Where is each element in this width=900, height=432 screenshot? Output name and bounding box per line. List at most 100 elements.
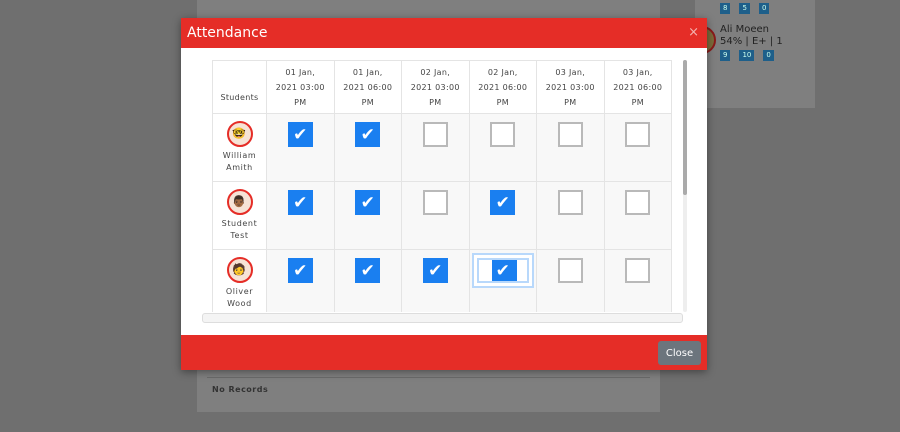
attendance-checkbox[interactable]: ✔	[355, 190, 381, 215]
student-first-name: Student	[221, 219, 258, 228]
date-column-header: 02 Jan, 2021 06:00 PM	[468, 60, 537, 114]
horizontal-scrollbar[interactable]	[202, 313, 683, 323]
header-line: 2021 06:00	[343, 82, 393, 92]
modal-title: Attendance	[187, 25, 268, 41]
attendance-cell: ✔	[468, 181, 537, 250]
attendance-modal: Attendance × Students 01 Jan, 2021 03:00 P…	[181, 18, 707, 370]
header-line: 03 Jan,	[622, 67, 653, 77]
header-line: PM	[429, 97, 442, 107]
attendance-checkbox[interactable]: ✔	[287, 258, 313, 283]
side-user-stats: 54% | E+ | 1	[720, 36, 783, 47]
attendance-checkbox[interactable]	[557, 258, 583, 283]
attendance-cell	[603, 249, 672, 312]
student-first-name: Oliver	[225, 287, 254, 296]
date-column-header: 03 Jan, 2021 03:00 PM	[536, 60, 605, 114]
attendance-cell: ✔	[266, 181, 335, 250]
badge: 0	[763, 50, 774, 61]
check-icon: ✔	[360, 260, 375, 281]
modal-body: Students 01 Jan, 2021 03:00 PM 01 Jan, 2021 …	[181, 48, 707, 335]
badge: 5	[739, 3, 750, 14]
student-avatar: 🤓	[226, 121, 253, 147]
header-line: 2021 03:00	[275, 82, 325, 92]
header-line: 2021 03:00	[545, 82, 595, 92]
check-icon: ✔	[293, 192, 308, 213]
attendance-cell	[536, 113, 605, 182]
check-icon: ✔	[360, 192, 375, 213]
vertical-scrollbar-thumb[interactable]	[683, 60, 687, 195]
attendance-checkbox[interactable]: ✔	[355, 122, 381, 147]
student-last-name: Test	[230, 231, 249, 240]
table-row: 🤓 William Amith ✔ ✔	[212, 113, 672, 182]
date-column-header: 01 Jan, 2021 03:00 PM	[266, 60, 335, 114]
student-cell: 🧑 Oliver Wood	[212, 249, 267, 312]
attendance-cell: ✔	[266, 113, 335, 182]
attendance-cell	[401, 181, 470, 250]
attendance-cell: ✔	[266, 249, 335, 312]
attendance-cell	[401, 113, 470, 182]
header-line: PM	[294, 97, 307, 107]
attendance-checkbox[interactable]	[625, 190, 651, 215]
attendance-checkbox[interactable]: ✔	[287, 190, 313, 215]
modal-header: Attendance ×	[181, 18, 707, 48]
check-icon: ✔	[495, 260, 510, 281]
date-column-header: 01 Jan, 2021 06:00 PM	[333, 60, 402, 114]
badge: 8	[720, 3, 731, 14]
check-icon: ✔	[293, 260, 308, 281]
attendance-checkbox[interactable]: ✔	[476, 258, 529, 283]
student-avatar: 🧑	[226, 257, 253, 283]
date-column-header: 03 Jan, 2021 06:00 PM	[603, 60, 672, 114]
header-line: 2021 03:00	[410, 82, 460, 92]
attendance-checkbox[interactable]	[422, 122, 448, 147]
attendance-cell	[603, 113, 672, 182]
attendance-checkbox[interactable]: ✔	[490, 190, 516, 215]
attendance-checkbox[interactable]: ✔	[355, 258, 381, 283]
header-line: 2021 06:00	[478, 82, 528, 92]
attendance-checkbox[interactable]: ✔	[422, 258, 448, 283]
header-line: 02 Jan,	[420, 67, 451, 77]
check-icon: ✔	[428, 260, 443, 281]
attendance-table-wrapper[interactable]: Students 01 Jan, 2021 03:00 PM 01 Jan, 2021 …	[212, 60, 672, 312]
header-line: PM	[361, 97, 374, 107]
check-icon: ✔	[495, 192, 510, 213]
prev-user-badges: 8 5 0	[720, 3, 770, 14]
attendance-checkbox[interactable]: ✔	[287, 122, 313, 147]
side-user-name: Ali Moeen	[720, 24, 769, 35]
header-line: 2021 06:00	[613, 82, 663, 92]
student-last-name: Wood	[227, 299, 252, 308]
table-row: 🧑 Oliver Wood ✔ ✔ ✔ ✔	[212, 249, 672, 312]
modal-footer: Close	[181, 335, 707, 370]
attendance-checkbox[interactable]	[557, 122, 583, 147]
student-cell: 👨🏾 Student Test	[212, 181, 267, 250]
badge: 9	[720, 50, 731, 61]
badge: 10	[739, 50, 755, 61]
students-header: Students	[212, 60, 267, 114]
close-icon[interactable]: ×	[688, 25, 699, 40]
header-line: 01 Jan,	[352, 67, 383, 77]
attendance-table: Students 01 Jan, 2021 03:00 PM 01 Jan, 2021 …	[212, 60, 672, 312]
attendance-checkbox[interactable]	[625, 122, 651, 147]
attendance-cell: ✔	[333, 113, 402, 182]
no-records-text: No Records	[212, 385, 269, 394]
header-line: 02 Jan,	[487, 67, 518, 77]
header-line: PM	[496, 97, 509, 107]
attendance-cell	[536, 249, 605, 312]
header-line: 01 Jan,	[285, 67, 316, 77]
header-line: 03 Jan,	[555, 67, 586, 77]
check-icon: ✔	[293, 124, 308, 145]
close-button[interactable]: Close	[658, 341, 701, 365]
student-cell: 🤓 William Amith	[212, 113, 267, 182]
divider	[207, 377, 650, 378]
student-first-name: William	[222, 151, 257, 160]
attendance-cell	[468, 113, 537, 182]
attendance-checkbox[interactable]	[625, 258, 651, 283]
student-avatar: 👨🏾	[226, 189, 253, 215]
student-last-name: Amith	[226, 163, 253, 172]
check-icon: ✔	[360, 124, 375, 145]
attendance-cell: ✔	[468, 249, 537, 312]
attendance-checkbox[interactable]	[490, 122, 516, 147]
attendance-checkbox[interactable]	[557, 190, 583, 215]
attendance-checkbox[interactable]	[422, 190, 448, 215]
date-column-header: 02 Jan, 2021 03:00 PM	[401, 60, 470, 114]
badge: 0	[758, 3, 770, 14]
attendance-cell	[536, 181, 605, 250]
